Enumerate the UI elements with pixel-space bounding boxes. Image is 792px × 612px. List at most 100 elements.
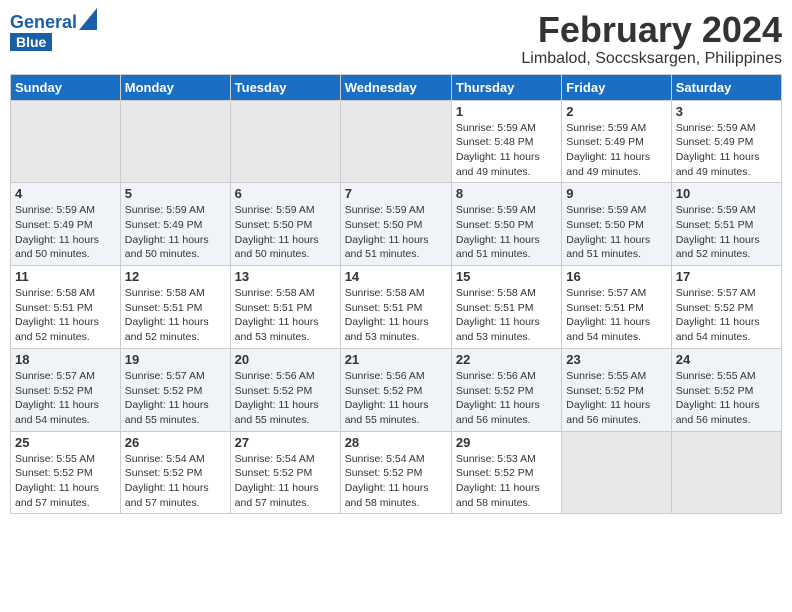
col-header-wednesday: Wednesday (340, 74, 451, 100)
col-header-thursday: Thursday (451, 74, 561, 100)
day-info: Sunrise: 5:56 AM Sunset: 5:52 PM Dayligh… (345, 369, 447, 428)
day-info: Sunrise: 5:54 AM Sunset: 5:52 PM Dayligh… (345, 452, 447, 511)
day-number: 24 (676, 352, 777, 367)
week-row-5: 25 Sunrise: 5:55 AM Sunset: 5:52 PM Dayli… (11, 431, 782, 514)
day-number: 20 (235, 352, 336, 367)
header-row: SundayMondayTuesdayWednesdayThursdayFrid… (11, 74, 782, 100)
day-info: Sunrise: 5:59 AM Sunset: 5:49 PM Dayligh… (125, 203, 226, 262)
day-number: 4 (15, 186, 116, 201)
calendar-cell: 10 Sunrise: 5:59 AM Sunset: 5:51 PM Dayli… (671, 183, 781, 266)
day-info: Sunrise: 5:59 AM Sunset: 5:50 PM Dayligh… (566, 203, 666, 262)
subtitle: Limbalod, Soccsksargen, Philippines (521, 50, 782, 68)
calendar-cell: 18 Sunrise: 5:57 AM Sunset: 5:52 PM Dayli… (11, 348, 121, 431)
calendar-cell: 28 Sunrise: 5:54 AM Sunset: 5:52 PM Dayli… (340, 431, 451, 514)
day-number: 22 (456, 352, 557, 367)
week-row-3: 11 Sunrise: 5:58 AM Sunset: 5:51 PM Dayli… (11, 266, 782, 349)
day-info: Sunrise: 5:57 AM Sunset: 5:52 PM Dayligh… (125, 369, 226, 428)
week-row-4: 18 Sunrise: 5:57 AM Sunset: 5:52 PM Dayli… (11, 348, 782, 431)
day-number: 17 (676, 269, 777, 284)
day-info: Sunrise: 5:57 AM Sunset: 5:52 PM Dayligh… (676, 286, 777, 345)
calendar-table: SundayMondayTuesdayWednesdayThursdayFrid… (10, 74, 782, 515)
week-row-2: 4 Sunrise: 5:59 AM Sunset: 5:49 PM Daylig… (11, 183, 782, 266)
calendar-cell: 16Sunrise: 5:57 AM Sunset: 5:51 PM Dayli… (562, 266, 671, 349)
day-number: 10 (676, 186, 777, 201)
day-info: Sunrise: 5:55 AM Sunset: 5:52 PM Dayligh… (676, 369, 777, 428)
day-number: 21 (345, 352, 447, 367)
day-number: 1 (456, 104, 557, 119)
calendar-cell (120, 100, 230, 183)
calendar-cell: 4 Sunrise: 5:59 AM Sunset: 5:49 PM Daylig… (11, 183, 121, 266)
day-number: 28 (345, 435, 447, 450)
day-number: 25 (15, 435, 116, 450)
day-info: Sunrise: 5:57 AM Sunset: 5:51 PM Dayligh… (566, 286, 666, 345)
day-info: Sunrise: 5:56 AM Sunset: 5:52 PM Dayligh… (235, 369, 336, 428)
week-row-1: 1Sunrise: 5:59 AM Sunset: 5:48 PM Daylig… (11, 100, 782, 183)
calendar-cell: 2 Sunrise: 5:59 AM Sunset: 5:49 PM Daylig… (562, 100, 671, 183)
day-number: 27 (235, 435, 336, 450)
logo: General Blue (10, 10, 97, 51)
logo-text: General (10, 13, 77, 33)
calendar-cell: 29 Sunrise: 5:53 AM Sunset: 5:52 PM Dayli… (451, 431, 561, 514)
calendar-cell: 1Sunrise: 5:59 AM Sunset: 5:48 PM Daylig… (451, 100, 561, 183)
day-info: Sunrise: 5:54 AM Sunset: 5:52 PM Dayligh… (125, 452, 226, 511)
calendar-cell: 26Sunrise: 5:54 AM Sunset: 5:52 PM Dayli… (120, 431, 230, 514)
calendar-cell: 13 Sunrise: 5:58 AM Sunset: 5:51 PM Dayli… (230, 266, 340, 349)
logo-triangle-icon (79, 8, 97, 30)
day-number: 23 (566, 352, 666, 367)
day-info: Sunrise: 5:59 AM Sunset: 5:49 PM Dayligh… (15, 203, 116, 262)
day-number: 19 (125, 352, 226, 367)
calendar-cell: 20 Sunrise: 5:56 AM Sunset: 5:52 PM Dayli… (230, 348, 340, 431)
day-number: 9 (566, 186, 666, 201)
day-number: 15 (456, 269, 557, 284)
day-number: 2 (566, 104, 666, 119)
main-title: February 2024 (521, 10, 782, 50)
day-info: Sunrise: 5:55 AM Sunset: 5:52 PM Dayligh… (15, 452, 116, 511)
day-number: 29 (456, 435, 557, 450)
calendar-cell: 27 Sunrise: 5:54 AM Sunset: 5:52 PM Dayli… (230, 431, 340, 514)
day-number: 3 (676, 104, 777, 119)
day-info: Sunrise: 5:59 AM Sunset: 5:49 PM Dayligh… (676, 121, 777, 180)
calendar-cell: 17 Sunrise: 5:57 AM Sunset: 5:52 PM Dayli… (671, 266, 781, 349)
day-info: Sunrise: 5:59 AM Sunset: 5:51 PM Dayligh… (676, 203, 777, 262)
calendar-cell (562, 431, 671, 514)
day-number: 18 (15, 352, 116, 367)
calendar-cell: 21 Sunrise: 5:56 AM Sunset: 5:52 PM Dayli… (340, 348, 451, 431)
calendar-cell: 23Sunrise: 5:55 AM Sunset: 5:52 PM Dayli… (562, 348, 671, 431)
col-header-saturday: Saturday (671, 74, 781, 100)
calendar-cell: 6 Sunrise: 5:59 AM Sunset: 5:50 PM Daylig… (230, 183, 340, 266)
calendar-cell (11, 100, 121, 183)
day-info: Sunrise: 5:56 AM Sunset: 5:52 PM Dayligh… (456, 369, 557, 428)
day-number: 7 (345, 186, 447, 201)
day-number: 14 (345, 269, 447, 284)
day-info: Sunrise: 5:59 AM Sunset: 5:49 PM Dayligh… (566, 121, 666, 180)
col-header-friday: Friday (562, 74, 671, 100)
logo-blue-text: Blue (16, 34, 46, 50)
title-block: February 2024 Limbalod, Soccsksargen, Ph… (521, 10, 782, 68)
day-info: Sunrise: 5:58 AM Sunset: 5:51 PM Dayligh… (456, 286, 557, 345)
day-info: Sunrise: 5:54 AM Sunset: 5:52 PM Dayligh… (235, 452, 336, 511)
day-number: 13 (235, 269, 336, 284)
calendar-cell: 14 Sunrise: 5:58 AM Sunset: 5:51 PM Dayli… (340, 266, 451, 349)
day-info: Sunrise: 5:59 AM Sunset: 5:50 PM Dayligh… (345, 203, 447, 262)
day-number: 8 (456, 186, 557, 201)
page-header: General Blue February 2024 Limbalod, Soc… (10, 10, 782, 68)
col-header-monday: Monday (120, 74, 230, 100)
day-number: 6 (235, 186, 336, 201)
day-info: Sunrise: 5:58 AM Sunset: 5:51 PM Dayligh… (15, 286, 116, 345)
day-number: 11 (15, 269, 116, 284)
calendar-cell (230, 100, 340, 183)
day-info: Sunrise: 5:53 AM Sunset: 5:52 PM Dayligh… (456, 452, 557, 511)
calendar-cell: 24 Sunrise: 5:55 AM Sunset: 5:52 PM Dayli… (671, 348, 781, 431)
calendar-cell: 5Sunrise: 5:59 AM Sunset: 5:49 PM Daylig… (120, 183, 230, 266)
day-info: Sunrise: 5:59 AM Sunset: 5:50 PM Dayligh… (456, 203, 557, 262)
day-info: Sunrise: 5:59 AM Sunset: 5:50 PM Dayligh… (235, 203, 336, 262)
day-info: Sunrise: 5:58 AM Sunset: 5:51 PM Dayligh… (345, 286, 447, 345)
calendar-cell: 7 Sunrise: 5:59 AM Sunset: 5:50 PM Daylig… (340, 183, 451, 266)
col-header-tuesday: Tuesday (230, 74, 340, 100)
col-header-sunday: Sunday (11, 74, 121, 100)
day-info: Sunrise: 5:57 AM Sunset: 5:52 PM Dayligh… (15, 369, 116, 428)
calendar-cell: 15 Sunrise: 5:58 AM Sunset: 5:51 PM Dayli… (451, 266, 561, 349)
day-info: Sunrise: 5:58 AM Sunset: 5:51 PM Dayligh… (125, 286, 226, 345)
day-info: Sunrise: 5:58 AM Sunset: 5:51 PM Dayligh… (235, 286, 336, 345)
calendar-cell (671, 431, 781, 514)
